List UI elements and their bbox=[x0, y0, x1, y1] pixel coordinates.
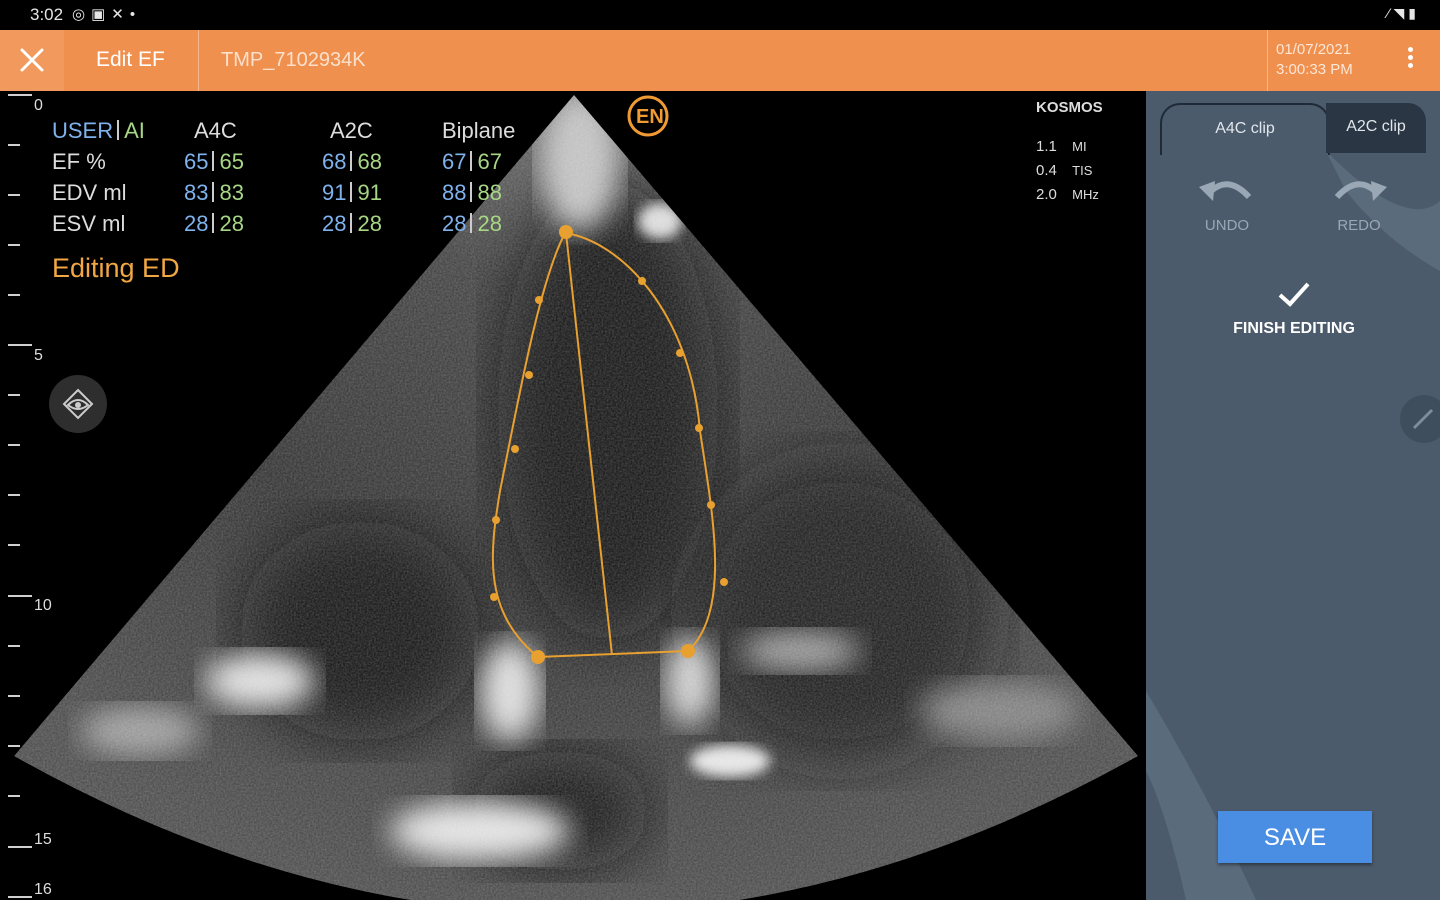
col-header-a2c: A2C bbox=[330, 117, 373, 143]
ai-value: 68 bbox=[357, 148, 382, 174]
editing-status-label: Editing ED bbox=[52, 253, 180, 283]
ai-value: 91 bbox=[357, 179, 382, 205]
divider bbox=[1267, 30, 1268, 91]
app-bar: Edit EF TMP_7102934K 01/07/2021 3:00:33 … bbox=[0, 30, 1440, 91]
table-row: EF % 65 65 68 68 67 67 bbox=[52, 146, 532, 177]
user-label: USER bbox=[52, 117, 114, 143]
param-unit: MI bbox=[1072, 139, 1087, 154]
row-label: EF % bbox=[52, 148, 106, 174]
view-toggle-button[interactable] bbox=[49, 375, 107, 433]
ultrasound-viewer[interactable]: 0 5 10 15 16 EN USER AI A4C A2C Biplane E… bbox=[0, 91, 1146, 900]
redo-icon bbox=[1334, 181, 1387, 201]
table-row: ESV ml 28 28 28 28 28 28 bbox=[52, 208, 532, 239]
edit-panel: A4C clip A2C clip UNDO REDO FINISH EDITI… bbox=[1146, 91, 1440, 900]
eye-diamond-icon bbox=[62, 388, 94, 420]
col-header-a4c: A4C bbox=[194, 117, 237, 143]
row-label: ESV ml bbox=[52, 210, 126, 236]
status-bar: 3:02 ◎▣✕• ⁄◥▮ bbox=[0, 0, 1440, 30]
checkmark-icon bbox=[1278, 282, 1310, 307]
table-row: EDV ml 83 83 91 91 88 88 bbox=[52, 177, 532, 208]
depth-label: 0 bbox=[34, 97, 43, 114]
undo-icon bbox=[1199, 181, 1252, 201]
row-label: EDV ml bbox=[52, 179, 127, 205]
user-value: 91 bbox=[322, 179, 347, 205]
status-notification-icons: ◎▣✕• bbox=[72, 6, 142, 23]
ai-value: 88 bbox=[477, 179, 502, 205]
depth-ruler bbox=[8, 94, 32, 898]
user-ai-header: USER AI bbox=[52, 115, 184, 146]
param-unit: TIS bbox=[1072, 163, 1093, 178]
ai-label: AI bbox=[124, 117, 145, 143]
acoustic-params: 1.1 MI 0.4 TIS 2.0 MHz bbox=[1036, 135, 1099, 207]
user-value: 28 bbox=[184, 210, 209, 236]
device-name: KOSMOS bbox=[1036, 99, 1103, 116]
redo-label: REDO bbox=[1337, 217, 1381, 234]
pencil-icon bbox=[1412, 408, 1434, 430]
tab-a4c-clip[interactable]: A4C clip bbox=[1160, 103, 1330, 155]
tab-a2c-clip[interactable]: A2C clip bbox=[1326, 103, 1426, 153]
close-button[interactable] bbox=[0, 30, 64, 91]
patient-id: TMP_7102934K bbox=[221, 49, 366, 71]
user-value: 67 bbox=[442, 148, 467, 174]
finish-editing-label: FINISH EDITING bbox=[1233, 320, 1355, 337]
param-value: 2.0 bbox=[1036, 186, 1057, 203]
ai-value: 67 bbox=[477, 148, 502, 174]
overflow-menu-button[interactable] bbox=[1398, 44, 1422, 78]
ai-value: 28 bbox=[477, 210, 502, 236]
depth-label: 10 bbox=[34, 597, 52, 614]
redo-button[interactable]: REDO bbox=[1320, 177, 1398, 234]
ai-value: 28 bbox=[357, 210, 382, 236]
close-icon bbox=[20, 48, 44, 72]
user-value: 68 bbox=[322, 148, 347, 174]
status-system-icons: ⁄◥▮ bbox=[1387, 5, 1420, 21]
col-header-biplane: Biplane bbox=[442, 117, 516, 143]
depth-label: 16 bbox=[34, 881, 52, 898]
user-value: 65 bbox=[184, 148, 209, 174]
undo-label: UNDO bbox=[1204, 217, 1250, 234]
ef-measurements-table: USER AI A4C A2C Biplane EF % 65 65 68 68 67… bbox=[52, 115, 532, 239]
depth-label: 15 bbox=[34, 831, 52, 848]
param-unit: MHz bbox=[1072, 187, 1099, 202]
ai-value: 83 bbox=[219, 179, 244, 205]
user-value: 88 bbox=[442, 179, 467, 205]
param-value: 1.1 bbox=[1036, 138, 1057, 155]
status-time: 3:02 bbox=[30, 5, 64, 24]
exam-date: 01/07/2021 bbox=[1276, 41, 1352, 58]
finish-editing-button[interactable]: FINISH EDITING bbox=[1206, 277, 1382, 338]
edit-pencil-button[interactable] bbox=[1400, 395, 1440, 443]
save-button[interactable]: SAVE bbox=[1218, 811, 1372, 863]
user-value: 83 bbox=[184, 179, 209, 205]
undo-button[interactable]: UNDO bbox=[1188, 177, 1266, 234]
exam-datetime: 01/07/2021 3:00:33 PM bbox=[1276, 40, 1353, 80]
svg-text:EN: EN bbox=[636, 106, 664, 128]
page-title: Edit EF bbox=[96, 48, 165, 71]
divider bbox=[198, 30, 199, 91]
ai-value: 65 bbox=[219, 148, 244, 174]
depth-label: 5 bbox=[34, 347, 43, 364]
user-value: 28 bbox=[322, 210, 347, 236]
ai-value: 28 bbox=[219, 210, 244, 236]
param-value: 0.4 bbox=[1036, 162, 1057, 179]
user-value: 28 bbox=[442, 210, 467, 236]
exam-time: 3:00:33 PM bbox=[1276, 61, 1353, 78]
en-logo-icon: EN bbox=[627, 95, 669, 137]
